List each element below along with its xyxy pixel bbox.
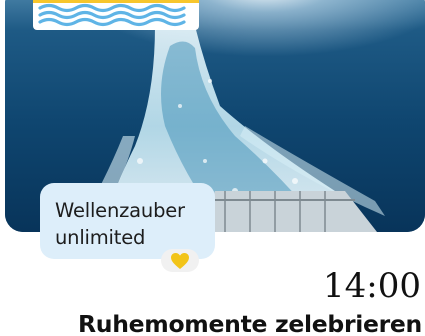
post-title: Ruhemomente zelebrieren — [77, 310, 422, 336]
story-screen: Wellenzauber unlimited 14:00 Ruhemomente… — [0, 0, 425, 336]
post-time: 14:00 — [323, 266, 421, 306]
reaction-badge[interactable] — [161, 249, 199, 272]
message-text: Wellenzauber unlimited — [55, 199, 185, 249]
message-bubble[interactable]: Wellenzauber unlimited — [40, 183, 215, 259]
wave-logo-icon — [33, 0, 199, 30]
heart-icon — [171, 252, 189, 269]
